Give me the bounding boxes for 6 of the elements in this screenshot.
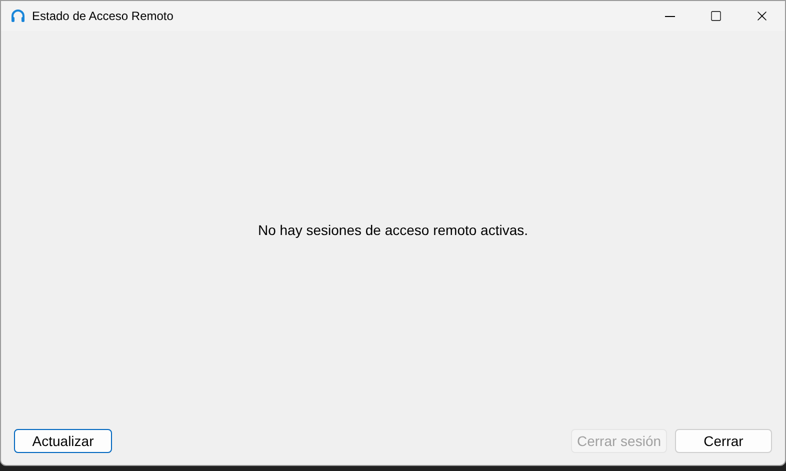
window-title: Estado de Acceso Remoto bbox=[32, 8, 174, 25]
status-message: No hay sesiones de acceso remoto activas. bbox=[258, 220, 528, 240]
maximize-icon bbox=[710, 10, 722, 22]
headset-icon bbox=[10, 8, 26, 24]
dialog-button[interactable]: Cerrar bbox=[675, 429, 772, 453]
dialog-button[interactable]: Actualizar bbox=[14, 429, 112, 453]
